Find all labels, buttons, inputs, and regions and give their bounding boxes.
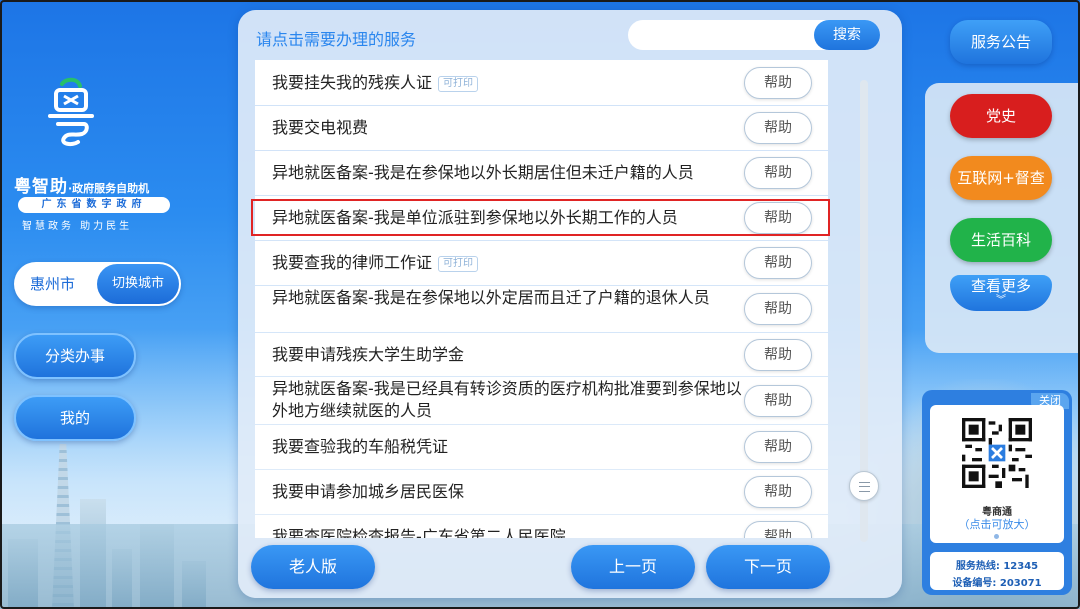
service-row[interactable]: 我要查我的律师工作证 可打印 帮助 — [255, 241, 828, 285]
help-button[interactable]: 帮助 — [744, 521, 812, 538]
service-row[interactable]: 我要查医院检查报告-广东省第二人民医院 帮助 — [255, 515, 828, 538]
service-row[interactable]: 我要申请残疾大学生助学金 帮助 — [255, 333, 828, 376]
brand-subtitle: ·政府服务自助机 — [68, 182, 150, 195]
my-account-button[interactable]: 我的 — [14, 395, 136, 441]
switch-city-button[interactable]: 切换城市 — [97, 264, 179, 304]
elder-mode-button[interactable]: 老人版 — [251, 545, 375, 589]
service-row[interactable]: 异地就医备案-我是已经具有转诊资质的医疗机构批准要到参保地以外地方继续就医的人员… — [255, 377, 828, 424]
service-label: 异地就医备案-我是在参保地以外定居而且迁了户籍的退休人员 — [272, 288, 710, 307]
service-label: 我要挂失我的残疾人证 可打印 — [272, 72, 752, 94]
service-label: 异地就医备案-我是单位派驻到参保地以外长期工作的人员 — [272, 208, 678, 227]
brand-slogan: 智慧政务 助力民生 — [22, 221, 133, 232]
scrollbar-handle[interactable] — [849, 471, 879, 501]
service-notice-button[interactable]: 服务公告 — [950, 20, 1052, 64]
device-number: 设备编号: 203071 — [952, 578, 1042, 589]
view-more-label: 查看更多 — [970, 277, 1031, 295]
panel-title: 请点击需要办理的服务 — [256, 30, 417, 49]
help-button[interactable]: 帮助 — [744, 112, 812, 144]
service-row[interactable]: 我要申请参加城乡居民医保 帮助 — [255, 470, 828, 514]
service-row[interactable]: 我要交电视费 帮助 — [255, 106, 828, 150]
printable-tag: 可打印 — [438, 256, 479, 272]
next-page-button[interactable]: 下一页 — [706, 545, 830, 589]
service-label: 异地就医备案-我是已经具有转诊资质的医疗机构批准要到参保地以外地方继续就医的人员 — [272, 379, 742, 420]
service-label: 我要查我的律师工作证 可打印 — [272, 252, 752, 274]
help-button[interactable]: 帮助 — [744, 476, 812, 508]
brand-tag: 广东省数字政府 — [18, 197, 170, 213]
service-row[interactable]: 我要查验我的车船税凭证 帮助 — [255, 425, 828, 469]
service-label: 我要查医院检查报告-广东省第二人民医院 — [272, 527, 566, 538]
life-wiki-button[interactable]: 生活百科 — [950, 218, 1052, 262]
help-button[interactable]: 帮助 — [744, 293, 812, 325]
service-label: 异地就医备案-我是在参保地以外长期居住但未迁户籍的人员 — [272, 163, 694, 182]
carousel-indicator — [994, 534, 999, 539]
help-button[interactable]: 帮助 — [744, 339, 812, 371]
brand-title: 粤智助·政府服务自助机 — [14, 172, 149, 197]
previous-page-button[interactable]: 上一页 — [571, 545, 695, 589]
service-label: 我要申请残疾大学生助学金 — [272, 345, 465, 364]
help-button[interactable]: 帮助 — [744, 157, 812, 189]
current-city: 惠州市 — [30, 275, 76, 293]
guangdong-logo-icon — [48, 77, 94, 147]
service-row[interactable]: 异地就医备案-我是在参保地以外定居而且迁了户籍的退休人员 帮助 — [255, 286, 828, 332]
party-history-button[interactable]: 党史 — [950, 94, 1052, 138]
double-chevron-down-icon: ︾ — [996, 295, 1006, 306]
city-selector: 惠州市 切换城市 — [14, 262, 181, 306]
service-row-selected[interactable]: 异地就医备案-我是单位派驻到参保地以外长期工作的人员 帮助 — [255, 196, 828, 240]
internet-supervision-button[interactable]: 互联网+督查 — [950, 156, 1052, 200]
help-button[interactable]: 帮助 — [744, 247, 812, 279]
help-button[interactable]: 帮助 — [744, 202, 812, 234]
help-button[interactable]: 帮助 — [744, 385, 812, 417]
view-more-button[interactable]: 查看更多 ︾ — [950, 275, 1052, 311]
qr-enlarge-hint: （点击可放大） — [958, 518, 1036, 531]
service-row[interactable]: 异地就医备案-我是在参保地以外长期居住但未迁户籍的人员 帮助 — [255, 151, 828, 195]
qr-code-icon[interactable] — [962, 418, 1032, 488]
help-button[interactable]: 帮助 — [744, 67, 812, 99]
printable-tag: 可打印 — [438, 76, 479, 92]
service-label: 我要申请参加城乡居民医保 — [272, 482, 465, 501]
service-hotline: 服务热线: 12345 — [955, 561, 1039, 572]
service-label: 我要交电视费 — [272, 118, 369, 137]
service-row[interactable]: 我要挂失我的残疾人证 可打印 帮助 — [255, 60, 828, 105]
brand-name: 粤智助 — [14, 177, 68, 197]
category-service-button[interactable]: 分类办事 — [14, 333, 136, 379]
service-label: 我要查验我的车船税凭证 — [272, 437, 449, 456]
service-list: 我要挂失我的残疾人证 可打印 帮助 我要交电视费 帮助 异地就医备案-我是在参保地… — [255, 60, 828, 538]
search-button[interactable]: 搜索 — [814, 20, 880, 50]
help-button[interactable]: 帮助 — [744, 431, 812, 463]
